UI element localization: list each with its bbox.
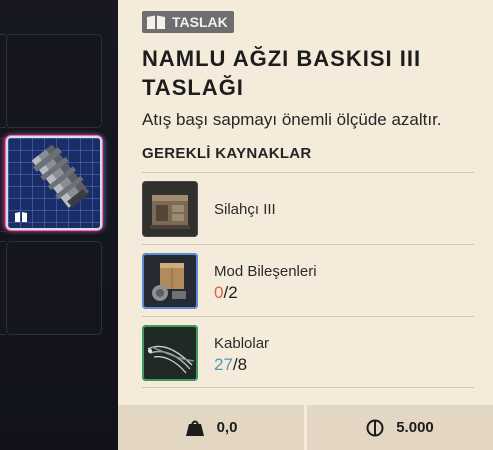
requirement-count: 27/8	[214, 355, 247, 375]
coin-icon	[366, 419, 384, 436]
weight-display: 0,0	[118, 405, 304, 450]
mod-components-icon	[142, 253, 198, 309]
gunsmith-bench-icon	[142, 181, 198, 237]
inventory-slot[interactable]	[6, 241, 102, 335]
requirement-count: 0/2	[214, 283, 238, 303]
requirements-list: Silahçı III Mod Bileşenleri 0/2 Kablolar…	[142, 172, 474, 388]
requirement-have: 27	[214, 355, 233, 374]
muzzle-brake-blueprint-art	[31, 144, 90, 208]
item-description: Atış başı sapmayı önemli ölçüde azaltır.	[142, 110, 442, 129]
tag-label: TASLAK	[172, 14, 228, 30]
item-detail-panel: TASLAK NAMLU AĞZI BASKISI III TASLAĞI At…	[118, 0, 493, 405]
inventory-slot-selected[interactable]	[6, 136, 102, 230]
price-value: 5.000	[396, 419, 434, 436]
requirement-row[interactable]: Mod Bileşenleri 0/2	[142, 244, 474, 316]
cables-icon	[142, 325, 198, 381]
item-title: NAMLU AĞZI BASKISI III TASLAĞI	[142, 46, 422, 100]
requirement-name: Mod Bileşenleri	[214, 263, 317, 280]
weight-icon	[185, 420, 204, 436]
requirement-name: Kablolar	[214, 335, 270, 352]
requirement-row[interactable]: Silahçı III	[142, 172, 474, 244]
item-footer: 0,0 5.000	[118, 405, 493, 450]
inventory-slot[interactable]	[6, 34, 102, 128]
requirements-header: GEREKLİ KAYNAKLAR	[142, 145, 312, 162]
blueprint-icon	[147, 15, 165, 29]
requirement-need: 8	[237, 355, 248, 374]
requirement-need: 2	[228, 283, 238, 302]
requirement-name: Silahçı III	[214, 201, 276, 218]
blueprint-tag: TASLAK	[142, 11, 234, 33]
weight-value: 0,0	[216, 419, 238, 436]
price-display: 5.000	[304, 405, 493, 450]
blueprint-icon	[15, 212, 27, 222]
requirement-row[interactable]: Kablolar 27/8	[142, 316, 474, 388]
